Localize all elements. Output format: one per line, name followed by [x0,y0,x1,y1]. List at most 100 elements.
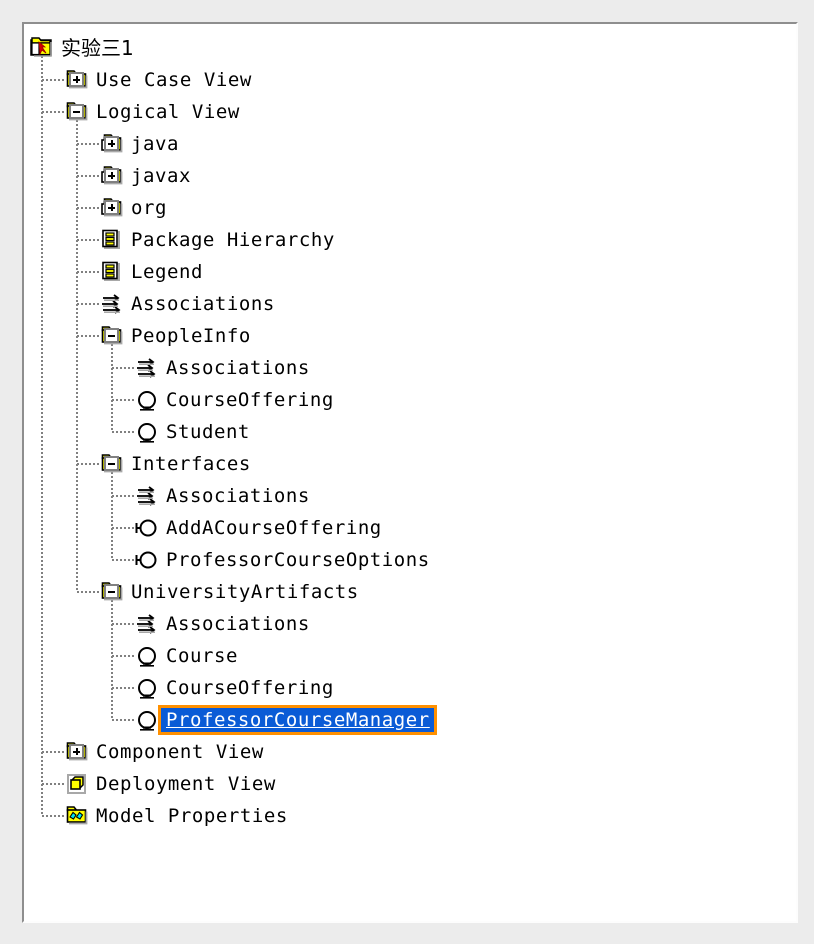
tree-toggle-peopleinfo[interactable] [104,328,119,343]
tree-item-use-case-view[interactable]: Use Case View [65,64,252,96]
tree-item-label: Associations [166,357,310,379]
diagram-icon [100,228,126,252]
tree-guide-connector [112,655,135,657]
tree-item-associations-logical[interactable]: Associations [100,288,275,320]
tree-guide-connector [112,559,135,561]
tree-guide-line [111,592,113,720]
interface-icon [135,548,161,572]
tree-guide-connector [112,623,135,625]
tree-guide-connector [77,143,100,145]
tree-guide-connector [42,783,65,785]
interface-icon [135,516,161,540]
tree-item-legend[interactable]: Legend [100,256,203,288]
tree-guide-line [41,48,43,816]
tree-item-deployment-view[interactable]: Deployment View [65,768,276,800]
tree-toggle-java[interactable] [104,136,119,151]
properties-icon [65,804,91,828]
tree-item-label: Interfaces [131,453,251,475]
tree-item-label: AddACourseOffering [166,517,382,539]
tree-item-label: ProfessorCourseManager [158,705,437,735]
tree-item-label: Student [166,421,250,443]
tree-guide-connector [112,399,135,401]
tree-item-component-view[interactable]: Component View [65,736,264,768]
tree-item-label: Course [166,645,238,667]
tree-item-label: Associations [166,485,310,507]
tree-item-addacourseoffering[interactable]: AddACourseOffering [135,512,382,544]
tree-item-label: ProfessorCourseOptions [166,549,430,571]
tree-guide-line [76,112,78,592]
tree-guide-connector [112,495,135,497]
tree-guide-connector [42,79,65,81]
tree-item-associations-iface[interactable]: Associations [135,480,310,512]
tree-guide-connector [77,207,100,209]
class-icon [135,676,161,700]
tree-item-interfaces[interactable]: Interfaces [100,448,251,480]
tree-guide-connector [77,271,100,273]
tree-item-label: Deployment View [96,773,276,795]
model-browser-panel[interactable]: 实验三1 Use Case View Logical View java jav… [22,22,798,923]
associations-icon [100,292,126,316]
tree-guide-connector [77,463,100,465]
tree-toggle-logical-view[interactable] [69,104,84,119]
tree-item-root[interactable]: 实验三1 [30,32,134,64]
tree-guide-connector [77,239,100,241]
tree-toggle-use-case-view[interactable] [69,72,84,87]
tree-item-label: CourseOffering [166,677,334,699]
tree-toggle-javax[interactable] [104,168,119,183]
tree-item-courseoffering-univ[interactable]: CourseOffering [135,672,334,704]
model-tree[interactable]: 实验三1 Use Case View Logical View java jav… [24,24,796,921]
associations-icon [135,484,161,508]
tree-guide-connector [112,687,135,689]
tree-item-label: UniversityArtifacts [131,581,359,603]
tree-item-peopleinfo[interactable]: PeopleInfo [100,320,251,352]
tree-item-label: 实验三1 [61,36,134,60]
diagram-icon [100,260,126,284]
class-icon [135,644,161,668]
class-icon [135,388,161,412]
tree-guide-connector [77,335,100,337]
class-icon [135,420,161,444]
tree-item-label: org [131,197,167,219]
tree-item-label: Legend [131,261,203,283]
tree-item-associations-people[interactable]: Associations [135,352,310,384]
tree-guide-connector [112,527,135,529]
tree-guide-connector [77,591,100,593]
deployment-icon [65,772,91,796]
tree-item-associations-univ[interactable]: Associations [135,608,310,640]
tree-item-universityartifacts[interactable]: UniversityArtifacts [100,576,359,608]
tree-guide-connector [112,719,135,721]
tree-item-course[interactable]: Course [135,640,238,672]
tree-item-label: javax [131,165,191,187]
tree-item-label: Logical View [96,101,240,123]
tree-item-label: PeopleInfo [131,325,251,347]
tree-item-logical-view[interactable]: Logical View [65,96,240,128]
tree-toggle-interfaces[interactable] [104,456,119,471]
tree-guide-connector [77,303,100,305]
tree-guide-connector [42,111,65,113]
tree-item-model-properties[interactable]: Model Properties [65,800,288,832]
tree-item-label: CourseOffering [166,389,334,411]
tree-toggle-component-view[interactable] [69,744,84,759]
class-icon [135,708,161,732]
tree-toggle-org[interactable] [104,200,119,215]
tree-guide-connector [112,431,135,433]
application-window: 实验三1 Use Case View Logical View java jav… [0,0,814,944]
tree-item-label: Use Case View [96,69,252,91]
tree-item-label: java [131,133,179,155]
associations-icon [135,356,161,380]
tree-item-label: Associations [166,613,310,635]
tree-item-label: Component View [96,741,264,763]
associations-icon [135,612,161,636]
tree-item-label: Associations [131,293,275,315]
tree-item-student[interactable]: Student [135,416,250,448]
tree-toggle-universityartifacts[interactable] [104,584,119,599]
tree-item-package-hierarchy[interactable]: Package Hierarchy [100,224,335,256]
tree-item-courseoffering-people[interactable]: CourseOffering [135,384,334,416]
tree-item-label: Package Hierarchy [131,229,335,251]
tree-guide-connector [77,175,100,177]
tree-item-label: Model Properties [96,805,288,827]
tree-item-professorcourseoptions[interactable]: ProfessorCourseOptions [135,544,430,576]
tree-guide-connector [42,815,65,817]
tree-guide-connector [112,367,135,369]
tree-item-professorcoursemanager[interactable]: ProfessorCourseManager [135,704,437,736]
